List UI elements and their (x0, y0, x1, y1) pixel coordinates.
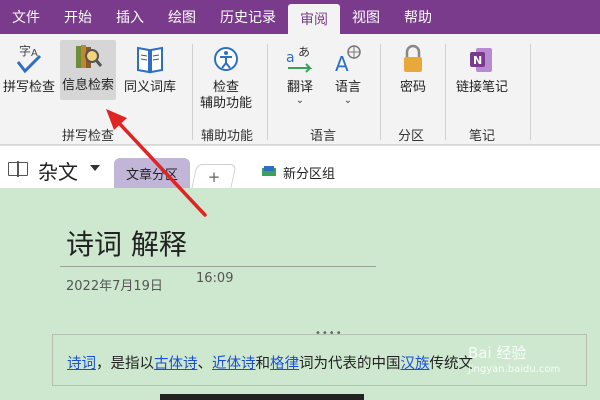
menu-help[interactable]: 帮助 (392, 0, 444, 34)
menu-bar: 文件 开始 插入 绘图 历史记录 审阅 视图 帮助 (0, 0, 600, 34)
ribbon: 字 A 拼写检查 信息检索 同义词库 拼写检查 检查 辅助功能 辅助功能 a あ… (0, 34, 600, 145)
research-button[interactable]: 信息检索 (60, 40, 117, 100)
section-group-icon (262, 166, 276, 176)
language-label: 语言 (334, 80, 361, 95)
lock-icon (397, 42, 429, 76)
watermark-url: jingyan.baidu.com (468, 364, 561, 375)
ribbon-divider (445, 44, 446, 140)
notebook-name[interactable]: 杂文 (38, 156, 78, 185)
watermark-logo: Bai 经验 (468, 344, 527, 362)
drag-handle-icon[interactable]: •••• (315, 329, 343, 339)
thesaurus-book-icon (134, 42, 166, 76)
menu-draw[interactable]: 绘图 (156, 0, 208, 34)
title-divider (60, 266, 376, 267)
note-text-segment: 、 (197, 356, 213, 372)
svg-text:A: A (335, 52, 349, 76)
ribbon-divider (267, 44, 268, 140)
new-section-group[interactable]: 新分区组 (283, 163, 335, 182)
add-section-label: + (207, 167, 221, 186)
link-han[interactable]: 汉族 (401, 356, 430, 372)
menu-review[interactable]: 审阅 (288, 4, 340, 34)
link-poetry[interactable]: 诗词 (67, 356, 96, 372)
research-book-icon (72, 40, 104, 74)
language-button[interactable]: A 语言 ⌄ (332, 42, 364, 106)
menu-view[interactable]: 视图 (340, 0, 392, 34)
add-section-button[interactable]: + (191, 164, 237, 188)
accessibility-icon (210, 42, 242, 76)
note-text-segment: 词为代表的中国 (299, 356, 401, 372)
chevron-down-icon[interactable] (90, 165, 100, 171)
accessibility-check-button[interactable]: 检查 辅助功能 (200, 42, 252, 112)
linked-notes-button[interactable]: N 链接笔记 (456, 42, 508, 96)
onenote-icon: N (466, 42, 498, 76)
translate-button[interactable]: a あ 翻译 ⌄ (284, 42, 316, 106)
link-ancient-poetry[interactable]: 古体诗 (154, 356, 198, 372)
spelling-check-icon: 字 A (13, 42, 45, 76)
svg-text:a: a (286, 50, 295, 66)
accessibility-label-1: 检查 (213, 80, 240, 95)
page-title[interactable]: 诗词 解释 (66, 223, 187, 263)
link-modern-poetry[interactable]: 近体诗 (212, 356, 256, 372)
link-metrics[interactable]: 格律 (270, 356, 299, 372)
ribbon-divider (380, 44, 381, 140)
group-label-language: 语言 (310, 129, 337, 144)
password-label: 密码 (399, 80, 426, 95)
accessibility-label-2: 辅助功能 (200, 96, 253, 111)
linked-notes-label: 链接笔记 (456, 80, 509, 95)
svg-text:字: 字 (19, 43, 31, 58)
page-canvas[interactable]: 诗词 解释 2022年7月19日 16:09 •••• 诗词，是指以古体诗、近体… (0, 188, 600, 400)
spelling-label: 拼写检查 (3, 80, 56, 95)
translate-icon: a あ (284, 42, 316, 76)
note-text-segment: ，是指以 (96, 356, 154, 372)
note-text[interactable]: 诗词，是指以古体诗、近体诗和格律词为代表的中国汉族传统文 (67, 352, 473, 373)
group-label-section: 分区 (398, 129, 425, 144)
group-label-accessibility: 辅助功能 (201, 129, 254, 144)
menu-insert[interactable]: 插入 (104, 0, 156, 34)
svg-text:あ: あ (298, 45, 310, 59)
tab-article-section[interactable]: 文章分区 (114, 158, 190, 188)
password-button[interactable]: 密码 (397, 42, 429, 96)
menu-home[interactable]: 开始 (52, 0, 104, 34)
chevron-down-icon: ⌄ (343, 95, 353, 106)
group-label-notes: 笔记 (469, 129, 496, 144)
page-time: 16:09 (196, 271, 234, 286)
svg-text:N: N (473, 54, 482, 67)
translate-label: 翻译 (286, 80, 313, 95)
menu-file[interactable]: 文件 (0, 0, 52, 34)
chevron-down-icon: ⌄ (295, 95, 305, 106)
note-text-segment: 传统文 (429, 356, 474, 372)
ribbon-divider (530, 44, 531, 140)
thesaurus-button[interactable]: 同义词库 (124, 42, 176, 96)
group-label-spelling: 拼写检查 (62, 129, 115, 144)
page-date: 2022年7月19日 (66, 279, 163, 294)
section-bar: 杂文 文章分区 + 新分区组 (0, 146, 600, 188)
notebook-icon (8, 161, 28, 177)
spelling-button[interactable]: 字 A 拼写检查 (3, 42, 55, 96)
research-label: 信息检索 (62, 78, 115, 93)
menu-history[interactable]: 历史记录 (208, 0, 288, 34)
language-icon: A (332, 42, 364, 76)
ribbon-divider (192, 44, 193, 140)
thesaurus-label: 同义词库 (124, 80, 177, 95)
note-text-segment: 和 (255, 356, 271, 372)
bottom-bar (160, 394, 364, 400)
